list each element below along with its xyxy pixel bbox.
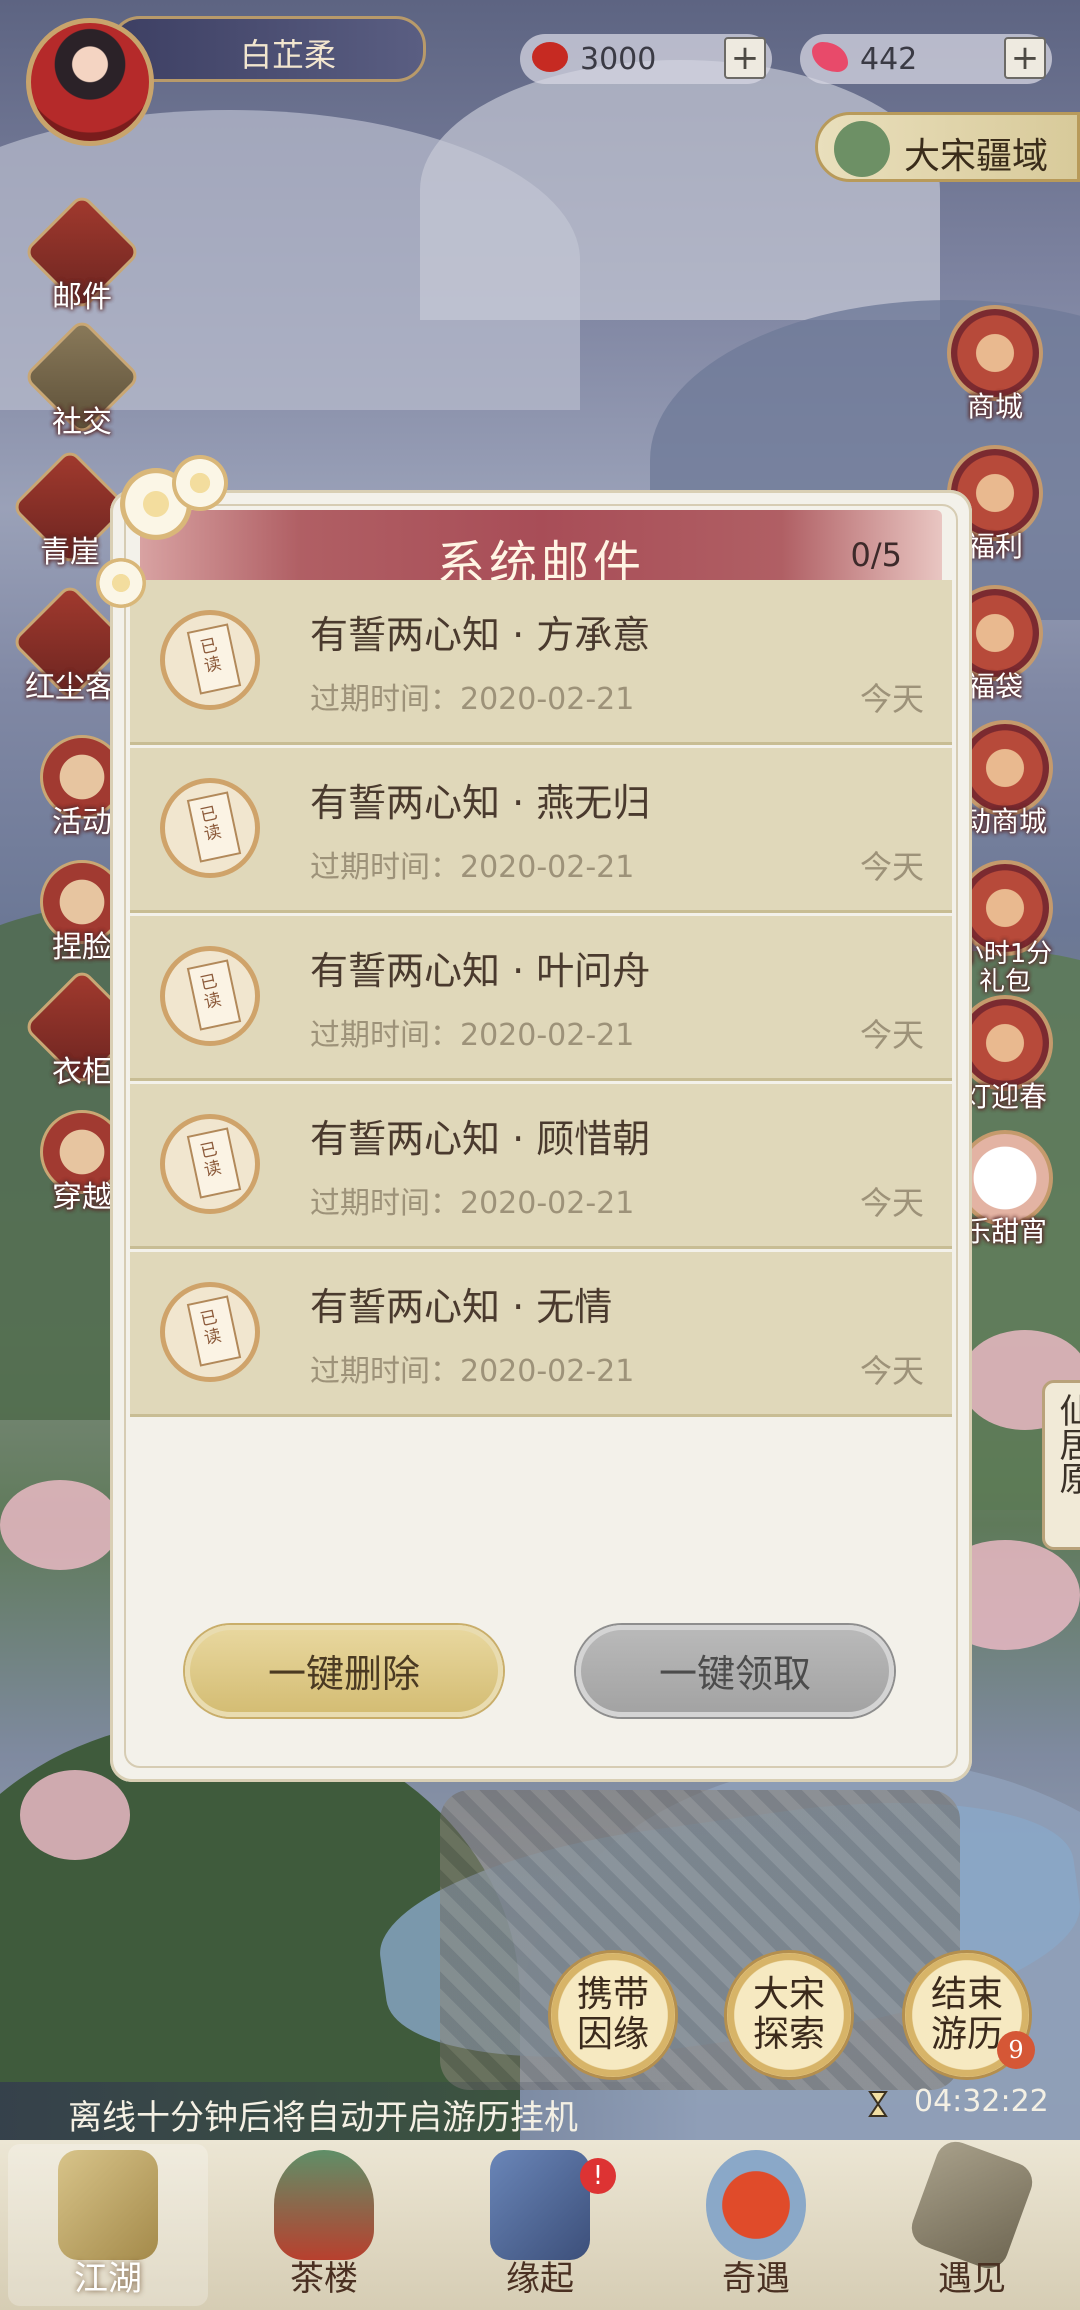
mail-date: 今天 xyxy=(859,1184,924,1222)
claim-all-button[interactable]: 一键领取 xyxy=(576,1625,894,1717)
read-badge-text: 已读 xyxy=(198,803,224,845)
read-letter-icon: 已读 xyxy=(160,1114,260,1214)
read-badge-text: 已读 xyxy=(198,1139,224,1181)
read-letter-icon: 已读 xyxy=(160,610,260,710)
map-scroll-icon xyxy=(58,2150,158,2260)
nav-label: 江湖 xyxy=(74,2259,142,2299)
mail-expire: 过期时间：2020-02-21 xyxy=(310,1354,635,1389)
maple-leaf-icon xyxy=(706,2150,806,2260)
mail-item[interactable]: 已读 有誓两心知 · 无情 过期时间：2020-02-21 今天 xyxy=(130,1252,952,1417)
nav-meet[interactable]: 遇见 xyxy=(864,2136,1080,2310)
delete-all-button[interactable]: 一键删除 xyxy=(185,1625,503,1717)
mail-expire: 过期时间：2020-02-21 xyxy=(310,682,635,717)
system-mail-dialog: 系统邮件 0/5 已读 有誓两心知 · 方承意 过期时间：2020-02-21 … xyxy=(110,490,972,1782)
mail-expire: 过期时间：2020-02-21 xyxy=(310,1018,635,1053)
mail-title: 有誓两心知 · 无情 xyxy=(310,1285,613,1329)
nav-fate[interactable]: ! 缘起 xyxy=(432,2140,648,2310)
mail-list: 已读 有誓两心知 · 方承意 过期时间：2020-02-21 今天 已读 有誓两… xyxy=(130,580,952,1420)
nav-label: 缘起 xyxy=(506,2259,574,2299)
mail-title: 有誓两心知 · 顾惜朝 xyxy=(310,1117,651,1161)
bottom-nav: 江湖 茶楼 ! 缘起 奇遇 遇见 xyxy=(0,2136,1080,2310)
read-badge-text: 已读 xyxy=(198,971,224,1013)
offline-notice: 离线十分钟后将自动开启游历挂机 xyxy=(68,2098,578,2138)
mail-date: 今天 xyxy=(859,1016,924,1054)
action-label: 携带因缘 xyxy=(576,1974,649,2055)
read-badge-text: 已读 xyxy=(198,1307,224,1349)
read-letter-icon: 已读 xyxy=(160,778,260,878)
nav-teahouse[interactable]: 茶楼 xyxy=(216,2140,432,2310)
nav-encounter[interactable]: 奇遇 xyxy=(648,2140,864,2310)
offline-notice-bar: 离线十分钟后将自动开启游历挂机 xyxy=(0,2082,700,2140)
read-letter-icon: 已读 xyxy=(160,1282,260,1382)
mail-item[interactable]: 已读 有誓两心知 · 燕无归 过期时间：2020-02-21 今天 xyxy=(130,748,952,913)
nav-label: 奇遇 xyxy=(722,2259,790,2299)
journey-count-badge: 9 xyxy=(997,2031,1035,2069)
mail-item[interactable]: 已读 有誓两心知 · 方承意 过期时间：2020-02-21 今天 xyxy=(130,580,952,745)
end-journey-button[interactable]: 结束游历 9 xyxy=(902,1950,1035,2080)
song-explore-button[interactable]: 大宋探索 xyxy=(724,1950,854,2080)
mail-item[interactable]: 已读 有誓两心知 · 顾惜朝 过期时间：2020-02-21 今天 xyxy=(130,1084,952,1249)
mail-title: 有誓两心知 · 叶问舟 xyxy=(310,949,651,993)
teacup-icon xyxy=(274,2150,374,2260)
read-letter-icon: 已读 xyxy=(160,946,260,1046)
blossom-icon xyxy=(172,455,228,511)
book-icon xyxy=(490,2150,590,2260)
mail-expire: 过期时间：2020-02-21 xyxy=(310,1186,635,1221)
mail-expire: 过期时间：2020-02-21 xyxy=(310,850,635,885)
read-badge-text: 已读 xyxy=(198,635,224,677)
mail-title: 有誓两心知 · 燕无归 xyxy=(310,781,651,825)
nav-notification-badge: ! xyxy=(580,2158,616,2194)
mail-date: 今天 xyxy=(859,848,924,886)
mail-count: 0/5 xyxy=(850,536,903,574)
nav-label: 遇见 xyxy=(938,2259,1006,2299)
journey-timer: 04:32:22 xyxy=(914,2084,1049,2119)
nav-jianghu[interactable]: 江湖 xyxy=(0,2140,216,2310)
action-label: 大宋探索 xyxy=(752,1974,825,2055)
carry-fate-button[interactable]: 携带因缘 xyxy=(548,1950,678,2080)
action-label: 结束游历 xyxy=(930,1974,1003,2055)
mail-date: 今天 xyxy=(859,680,924,718)
blossom-icon xyxy=(96,558,146,608)
mail-title: 有誓两心知 · 方承意 xyxy=(310,613,651,657)
hourglass-icon xyxy=(868,2091,888,2117)
mail-item[interactable]: 已读 有誓两心知 · 叶问舟 过期时间：2020-02-21 今天 xyxy=(130,916,952,1081)
mail-date: 今天 xyxy=(859,1352,924,1390)
nav-label: 茶楼 xyxy=(290,2259,358,2299)
